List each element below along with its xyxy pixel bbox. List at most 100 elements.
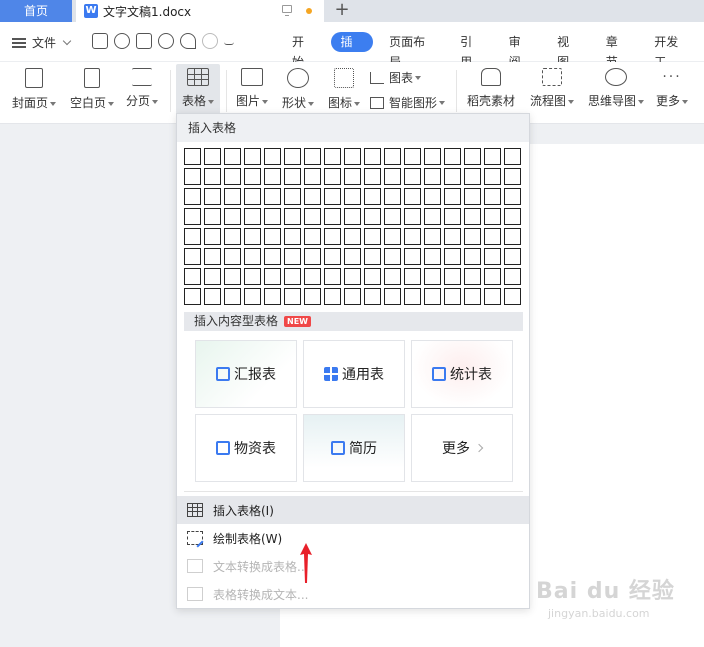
table-grid-cell[interactable] (344, 148, 361, 165)
shape-button[interactable]: 形状 (278, 64, 318, 114)
table-grid-cell[interactable] (324, 228, 341, 245)
table-grid-cell[interactable] (244, 208, 261, 225)
table-grid-cell[interactable] (224, 228, 241, 245)
table-grid-cell[interactable] (364, 168, 381, 185)
table-grid-cell[interactable] (184, 208, 201, 225)
resume-card[interactable]: 简历 (303, 414, 405, 482)
table-grid-cell[interactable] (484, 228, 501, 245)
table-grid-cell[interactable] (484, 268, 501, 285)
document-tab[interactable]: W 文字文稿1.docx (76, 0, 324, 22)
text-to-table-menu-item[interactable]: 文本转换成表格... (177, 552, 529, 580)
table-grid-cell[interactable] (444, 228, 461, 245)
table-grid-cell[interactable] (244, 268, 261, 285)
table-grid-cell[interactable] (384, 208, 401, 225)
table-grid-cell[interactable] (344, 248, 361, 265)
table-grid-cell[interactable] (264, 288, 281, 305)
table-grid-cell[interactable] (304, 248, 321, 265)
redo-icon[interactable] (202, 33, 218, 49)
table-grid-cell[interactable] (204, 168, 221, 185)
table-grid-cell[interactable] (384, 188, 401, 205)
table-grid-cell[interactable] (504, 228, 521, 245)
table-grid-cell[interactable] (324, 288, 341, 305)
statistics-table-card[interactable]: 统计表 (411, 340, 513, 408)
table-grid-cell[interactable] (184, 268, 201, 285)
table-grid-cell[interactable] (184, 148, 201, 165)
table-grid-cell[interactable] (424, 268, 441, 285)
table-grid-cell[interactable] (424, 208, 441, 225)
table-grid-cell[interactable] (484, 148, 501, 165)
monitor-icon[interactable] (282, 5, 292, 16)
table-grid-cell[interactable] (244, 248, 261, 265)
table-grid-cell[interactable] (404, 208, 421, 225)
table-grid-cell[interactable] (384, 228, 401, 245)
table-grid-cell[interactable] (504, 208, 521, 225)
table-grid-cell[interactable] (384, 288, 401, 305)
tab-review[interactable]: 审阅 (499, 32, 542, 69)
table-grid-cell[interactable] (244, 288, 261, 305)
table-grid-cell[interactable] (244, 148, 261, 165)
table-button[interactable]: 表格 (176, 64, 220, 114)
smart-art-button[interactable]: 智能图形 (370, 94, 446, 111)
table-grid-cell[interactable] (404, 268, 421, 285)
table-grid-cell[interactable] (304, 148, 321, 165)
table-size-grid[interactable] (184, 148, 521, 305)
table-grid-cell[interactable] (304, 288, 321, 305)
table-grid-cell[interactable] (424, 148, 441, 165)
table-grid-cell[interactable] (324, 148, 341, 165)
table-grid-cell[interactable] (404, 188, 421, 205)
table-grid-cell[interactable] (464, 268, 481, 285)
insert-table-menu-item[interactable]: 插入表格(I) (177, 496, 529, 524)
table-grid-cell[interactable] (204, 268, 221, 285)
table-grid-cell[interactable] (244, 188, 261, 205)
materials-table-card[interactable]: 物资表 (195, 414, 297, 482)
icon-button[interactable]: 图标 (324, 64, 364, 114)
mindmap-button[interactable]: 思维导图 (584, 64, 648, 114)
table-grid-cell[interactable] (244, 228, 261, 245)
print-icon[interactable] (136, 33, 152, 49)
tab-insert[interactable]: 插入 (330, 32, 374, 69)
table-grid-cell[interactable] (284, 168, 301, 185)
table-grid-cell[interactable] (484, 248, 501, 265)
tab-view[interactable]: 视图 (547, 32, 590, 69)
blank-page-button[interactable]: 空白页 (66, 64, 118, 114)
table-grid-cell[interactable] (504, 268, 521, 285)
table-grid-cell[interactable] (444, 208, 461, 225)
table-grid-cell[interactable] (384, 268, 401, 285)
table-grid-cell[interactable] (284, 248, 301, 265)
customize-dropdown-icon[interactable] (224, 37, 234, 45)
table-grid-cell[interactable] (244, 168, 261, 185)
tab-home[interactable]: 开始 (282, 32, 325, 69)
table-grid-cell[interactable] (364, 188, 381, 205)
table-grid-cell[interactable] (484, 208, 501, 225)
table-grid-cell[interactable] (504, 188, 521, 205)
table-grid-cell[interactable] (504, 168, 521, 185)
table-grid-cell[interactable] (364, 248, 381, 265)
table-grid-cell[interactable] (264, 268, 281, 285)
table-grid-cell[interactable] (444, 188, 461, 205)
table-grid-cell[interactable] (364, 228, 381, 245)
table-grid-cell[interactable] (204, 288, 221, 305)
table-grid-cell[interactable] (304, 188, 321, 205)
table-grid-cell[interactable] (224, 248, 241, 265)
table-grid-cell[interactable] (264, 208, 281, 225)
table-grid-cell[interactable] (324, 188, 341, 205)
table-grid-cell[interactable] (324, 248, 341, 265)
table-grid-cell[interactable] (424, 188, 441, 205)
table-grid-cell[interactable] (184, 168, 201, 185)
table-grid-cell[interactable] (504, 148, 521, 165)
table-grid-cell[interactable] (344, 268, 361, 285)
table-grid-cell[interactable] (464, 288, 481, 305)
draw-table-menu-item[interactable]: 绘制表格(W) (177, 524, 529, 552)
table-grid-cell[interactable] (224, 288, 241, 305)
table-grid-cell[interactable] (204, 248, 221, 265)
table-grid-cell[interactable] (184, 188, 201, 205)
table-grid-cell[interactable] (444, 248, 461, 265)
table-grid-cell[interactable] (184, 248, 201, 265)
table-grid-cell[interactable] (344, 208, 361, 225)
table-grid-cell[interactable] (224, 208, 241, 225)
table-grid-cell[interactable] (344, 228, 361, 245)
table-grid-cell[interactable] (324, 208, 341, 225)
table-grid-cell[interactable] (184, 228, 201, 245)
table-grid-cell[interactable] (424, 248, 441, 265)
print-preview-icon[interactable] (158, 33, 174, 49)
